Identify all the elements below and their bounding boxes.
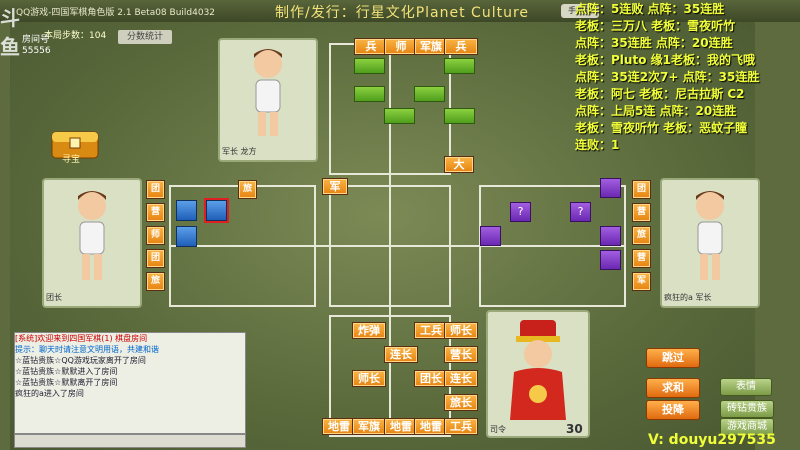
overlay-line: 点阵：5连败 点阵：35连胜 <box>575 2 725 16</box>
piece-left[interactable]: 营 <box>146 203 165 222</box>
overlay-line: 老板：阿七 老板：尼古拉斯 C2 <box>575 87 745 101</box>
piece-left-selected[interactable] <box>204 198 229 223</box>
diamond-button[interactable]: 砖钻贵族 <box>720 400 774 418</box>
piece-left-hidden[interactable] <box>176 226 197 247</box>
piece-bottom[interactable]: 工兵 <box>414 322 448 339</box>
player-right-name: 疯狂的a <box>664 293 693 302</box>
player-figure-icon <box>78 191 106 280</box>
avatar-left[interactable]: 团长 <box>42 178 142 308</box>
player-left-rank: 团长 <box>46 293 62 302</box>
piece-bottom[interactable]: 营长 <box>444 346 478 363</box>
room-number: 55556 <box>22 46 51 56</box>
piece-left[interactable]: 旅 <box>238 180 257 199</box>
chat-line: ☆蓝钻贵族☆默默离开了房间 <box>15 378 118 387</box>
steps-label: 本局步数：104 <box>44 31 107 41</box>
piece-bottom[interactable]: 军旗 <box>352 418 386 435</box>
piece-bottom[interactable]: 炸弹 <box>352 322 386 339</box>
stream-overlay: 点阵：5连败 点阵：35连胜 老板：三万八 老板：雪夜听竹 点阵：35连胜 点阵… <box>575 0 759 153</box>
piece-right-hidden[interactable] <box>480 226 501 246</box>
piece-top[interactable]: 大 <box>444 156 474 173</box>
piece-bottom[interactable]: 师长 <box>444 322 478 339</box>
piece-right[interactable]: 旅 <box>632 226 651 245</box>
piece-right[interactable]: 营 <box>632 249 651 268</box>
piece-top-hidden[interactable] <box>414 86 445 102</box>
chat-log[interactable]: [系统]欢迎来到四国军棋(1) 棋盘房间 提示：聊天时请注意文明用语，共建和谐 … <box>14 332 246 434</box>
piece-right-unknown[interactable]: ? <box>570 202 591 222</box>
window-title: QQ游戏-四国军棋角色版 2.1 Beta08 Build4032 <box>16 8 216 18</box>
surrender-button[interactable]: 投降 <box>646 400 700 420</box>
piece-center[interactable]: 军 <box>322 178 348 195</box>
piece-left[interactable]: 旅 <box>146 272 165 291</box>
chat-line: ☆蓝钻贵族☆默默进入了房间 <box>15 367 118 376</box>
douyu-logo: 斗鱼 <box>0 6 20 59</box>
avatar-right[interactable]: 疯狂的a 军长 <box>660 178 760 308</box>
piece-left[interactable]: 师 <box>146 226 165 245</box>
piece-top[interactable]: 兵 <box>354 38 388 55</box>
piece-bottom[interactable]: 地雷 <box>322 418 356 435</box>
piece-bottom[interactable]: 师长 <box>352 370 386 387</box>
skip-button[interactable]: 跳过 <box>646 348 700 368</box>
emote-button[interactable]: 表情 <box>720 378 772 396</box>
overlay-line: 点阵：35连胜 点阵：20连胜 <box>575 36 733 50</box>
piece-right[interactable]: 营 <box>632 203 651 222</box>
chat-line: 疯狂的a进入了房间 <box>15 389 84 398</box>
overlay-line: 老板：Pluto 缘1老板：我的飞哦 <box>575 53 755 67</box>
piece-bottom[interactable]: 工兵 <box>444 418 478 435</box>
piece-bottom[interactable]: 地雷 <box>384 418 418 435</box>
chat-line: 提示：聊天时请注意文明用语，共建和谐 <box>15 345 159 354</box>
piece-top[interactable]: 兵 <box>444 38 478 55</box>
piece-bottom[interactable]: 旅长 <box>444 394 478 411</box>
room-label: 房间号 <box>22 35 50 45</box>
piece-left[interactable]: 团 <box>146 249 165 268</box>
chat-line: ☆蓝钻贵族☆QQ游戏玩家离开了房间 <box>15 356 146 365</box>
piece-top-hidden[interactable] <box>354 58 385 74</box>
piece-right-unknown[interactable]: ? <box>510 202 531 222</box>
room-box: 房间号 55556 <box>22 35 51 57</box>
overlay-line: 点阵：35连2次7+ 点阵：35连胜 <box>575 70 760 84</box>
overlay-line: 老板：雪夜听竹 老板：恶蚊子瞳 <box>575 121 748 135</box>
piece-top-hidden[interactable] <box>444 58 475 74</box>
piece-right[interactable]: 军 <box>632 272 651 291</box>
player-figure-icon <box>696 191 724 280</box>
piece-right-hidden[interactable] <box>600 178 621 198</box>
player-right-rank: 军长 <box>695 293 712 302</box>
producer-banner: 制作/发行：行星文化Planet Culture <box>275 5 530 21</box>
piece-right[interactable]: 团 <box>632 180 651 199</box>
piece-top-hidden[interactable] <box>444 108 475 124</box>
piece-right-hidden[interactable] <box>600 250 621 270</box>
overlay-line: 老板：三万八 老板：雪夜听竹 <box>575 19 736 33</box>
piece-right-hidden[interactable] <box>600 226 621 246</box>
piece-left[interactable]: 团 <box>146 180 165 199</box>
peace-button[interactable]: 求和 <box>646 378 700 398</box>
treasure-label[interactable]: 寻宝 <box>62 152 80 165</box>
piece-top[interactable]: 军旗 <box>414 38 448 55</box>
piece-top-hidden[interactable] <box>384 108 415 124</box>
chat-input-bar[interactable] <box>14 434 246 448</box>
chat-line: [系统]欢迎来到四国军棋(1) 棋盘房间 <box>15 334 148 343</box>
piece-bottom[interactable]: 团长 <box>414 370 448 387</box>
watermark: V: douyu297535 <box>648 432 776 448</box>
piece-left-hidden[interactable] <box>176 200 197 221</box>
overlay-line: 连败：1 <box>575 138 620 152</box>
piece-top-hidden[interactable] <box>354 86 385 102</box>
piece-bottom[interactable]: 地雷 <box>414 418 448 435</box>
piece-bottom[interactable]: 连长 <box>384 346 418 363</box>
piece-top[interactable]: 师 <box>384 38 418 55</box>
piece-bottom[interactable]: 连长 <box>444 370 478 387</box>
overlay-line: 点阵：上局5连 点阵：20连胜 <box>575 104 737 118</box>
